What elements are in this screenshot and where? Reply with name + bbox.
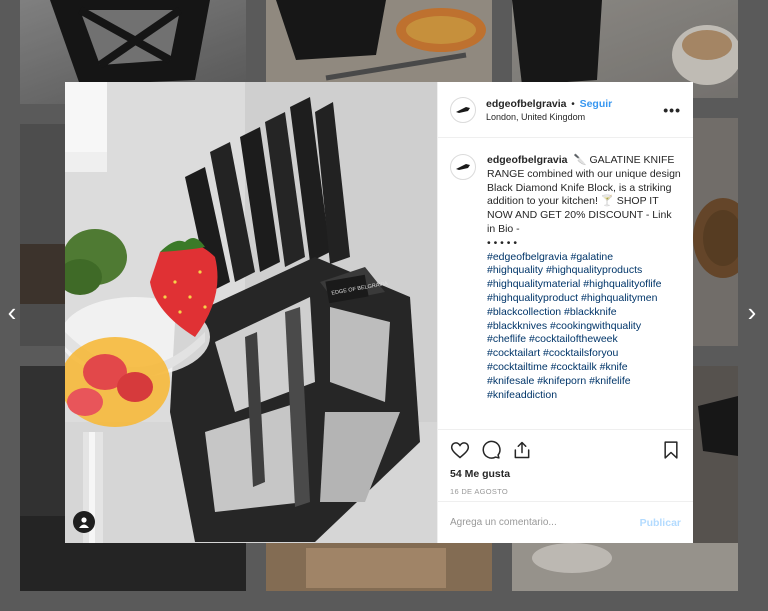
caption-area: edgeofbelgravia 🔪 GALATINE KNIFE RANGE c… xyxy=(438,138,693,429)
post-modal: EDGE OF BELGRAVIA edgeofbelgravia • Segu… xyxy=(65,82,693,543)
caption-avatar-icon[interactable] xyxy=(450,154,476,180)
separator-dot: • xyxy=(568,98,578,110)
hashtag-line[interactable]: #cocktailart #cocktailsforyou xyxy=(487,347,681,361)
post-date[interactable]: 16 DE AGOSTO xyxy=(450,487,681,496)
hashtag-line[interactable]: #cheflife #cocktailoftheweek xyxy=(487,333,681,347)
post-header: edgeofbelgravia • Seguir London, United … xyxy=(438,82,693,138)
location-link[interactable]: London, United Kingdom xyxy=(486,111,663,124)
post-comment-button[interactable]: Publicar xyxy=(640,517,681,529)
bookmark-icon[interactable] xyxy=(661,440,681,460)
post-photo[interactable]: EDGE OF BELGRAVIA xyxy=(65,82,437,543)
hashtag-line[interactable]: #cocktailtime #cocktailk #knife xyxy=(487,361,681,375)
share-icon[interactable] xyxy=(512,440,532,460)
prev-arrow-icon[interactable]: ‹ xyxy=(0,296,24,328)
next-arrow-icon[interactable]: › xyxy=(740,296,764,328)
knife-logo-icon[interactable] xyxy=(450,96,476,123)
follow-button[interactable]: Seguir xyxy=(580,98,613,110)
comment-box: Publicar xyxy=(438,501,693,543)
more-options-icon[interactable]: ••• xyxy=(663,102,681,118)
hashtag-line[interactable]: #highqualitymaterial #highqualityoflife xyxy=(487,278,681,292)
knife-block-photo: EDGE OF BELGRAVIA xyxy=(65,82,437,543)
hashtag-line[interactable]: #knifeaddiction xyxy=(487,389,681,403)
hashtag-line[interactable]: #knifesale #knifeporn #knifelife xyxy=(487,375,681,389)
caption-dots: • • • • • xyxy=(487,236,518,249)
hashtag-line[interactable]: #blackcollection #blackknife xyxy=(487,306,681,320)
hashtag-line[interactable]: #edgeofbelgravia #galatine xyxy=(487,251,681,265)
hashtag-line[interactable]: #blackknives #cookingwithquality xyxy=(487,320,681,334)
likes-count[interactable]: 54 Me gusta xyxy=(450,468,681,480)
hashtag-line[interactable]: #highqualityproduct #highqualitymen xyxy=(487,292,681,306)
caption: edgeofbelgravia 🔪 GALATINE KNIFE RANGE c… xyxy=(487,154,681,429)
post-sidebar: edgeofbelgravia • Seguir London, United … xyxy=(437,82,693,543)
comment-input[interactable] xyxy=(450,517,640,528)
post-actions: 54 Me gusta 16 DE AGOSTO xyxy=(438,429,693,501)
username[interactable]: edgeofbelgravia xyxy=(486,98,567,110)
hashtag-list: #edgeofbelgravia #galatine #highquality … xyxy=(487,251,681,403)
caption-text: 🔪 GALATINE KNIFE RANGE combined with our… xyxy=(487,154,681,235)
hashtag-line[interactable]: #highquality #highqualityproducts xyxy=(487,264,681,278)
speech-bubble-icon[interactable] xyxy=(481,440,501,460)
heart-icon[interactable] xyxy=(450,440,470,460)
caption-username[interactable]: edgeofbelgravia xyxy=(487,154,568,166)
user-tag-icon[interactable] xyxy=(73,511,95,533)
